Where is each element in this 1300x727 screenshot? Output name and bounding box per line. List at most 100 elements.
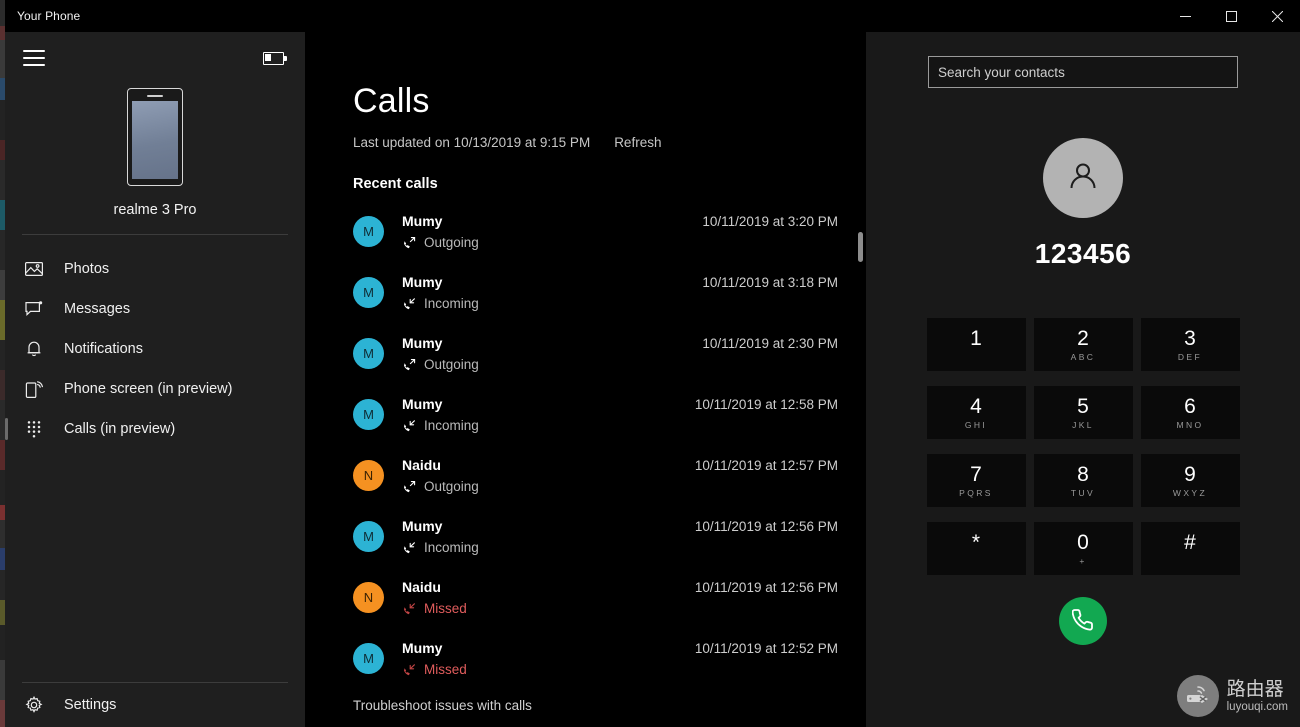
key-letters: TUV [1070,487,1096,498]
close-button[interactable] [1254,0,1300,32]
dialpad-key-star[interactable]: * [926,522,1026,575]
table-row[interactable]: M Mumy Incoming 10/11/2019 at 1 [305,387,866,448]
avatar: M [353,338,384,369]
page-title: Calls [353,82,430,120]
call-type-label: Incoming [424,540,479,555]
key-digit: 3 [1184,326,1196,350]
watermark-logo-icon [1176,675,1219,717]
window-controls [1162,0,1300,32]
dial-panel: 123456 1 2 ABC 3 DEF 4 GHI 5 JKL [866,32,1300,727]
dialpad-key-0[interactable]: 0 + [1033,522,1133,575]
dialpad-key-3[interactable]: 3 DEF [1140,318,1240,371]
caller-name: Mumy [402,518,443,534]
table-row[interactable]: M Mumy Outgoing 10/11/2019 at 3:20 PM [305,204,866,265]
device-name: realme 3 Pro [113,202,197,218]
key-letters: PQRS [959,487,993,498]
sidebar-item-phone-screen[interactable]: Phone screen (in preview) [5,369,305,409]
avatar: N [353,582,384,613]
table-row[interactable]: N Naidu Outgoing 10/11/2019 at 12:57 PM [305,448,866,509]
call-missed-icon [402,602,416,616]
call-button[interactable] [1059,597,1107,645]
avatar-initial: M [363,529,374,544]
sidebar-item-calls[interactable]: Calls (in preview) [5,409,305,449]
messages-icon [23,298,45,320]
maximize-button[interactable] [1208,0,1254,32]
dialed-number: 123456 [1034,238,1132,269]
call-type-label: Incoming [424,296,479,311]
dialpad-key-5[interactable]: 5 JKL [1033,386,1133,439]
watermark-cn-text: 路由器 [1226,677,1284,700]
call-timestamp: 10/11/2019 at 12:56 PM [694,519,838,534]
call-type-label: Outgoing [424,479,479,494]
key-digit: 6 [1184,394,1196,418]
sidebar-item-notifications[interactable]: Notifications [5,329,305,369]
key-letters: GHI [964,419,988,430]
refresh-link[interactable]: Refresh [614,135,661,150]
dialpad-key-1[interactable]: 1 [926,318,1026,371]
avatar-initial: N [363,590,374,605]
dialpad-key-9[interactable]: 9 WXYZ [1140,454,1240,507]
contact-avatar [1043,138,1123,218]
table-row[interactable]: N Naidu Missed 10/11/2019 at 12:56 PM [305,570,866,631]
battery-icon [263,51,287,65]
key-digit: 5 [1077,394,1089,418]
table-row[interactable]: M Mumy Missed 10/11/2019 at 12:52 PM [305,631,866,692]
avatar: M [353,643,384,674]
avatar-initial: M [363,285,374,300]
sidebar-footer: Settings [5,682,305,727]
phone-device-illustration [127,88,183,186]
call-outgoing-icon [402,480,416,494]
watermark: 路由器 luyouqi.com [1176,675,1288,717]
key-digit: # [1184,530,1196,554]
dialpad-key-8[interactable]: 8 TUV [1033,454,1133,507]
dialpad-key-6[interactable]: 6 MNO [1140,386,1240,439]
call-timestamp: 10/11/2019 at 12:52 PM [694,641,838,656]
settings-label: Settings [64,697,117,713]
dialpad-key-hash[interactable]: # [1140,522,1240,575]
sidebar-item-messages[interactable]: Messages [5,289,305,329]
scrollbar[interactable] [854,32,866,727]
table-row[interactable]: M Mumy Incoming 10/11/2019 at 3:18 PM [305,265,866,326]
sidebar-item-photos[interactable]: Photos [5,249,305,289]
sidebar-nav: Photos Messages Notifications Phone scre… [5,249,305,449]
call-type-label: Missed [424,601,467,616]
avatar: M [353,277,384,308]
title-bar: Your Phone [5,0,1300,32]
call-type-label: Missed [424,662,467,677]
call-timestamp: 10/11/2019 at 12:58 PM [694,397,838,412]
key-digit: 9 [1184,462,1196,486]
hamburger-menu-icon[interactable] [23,50,45,66]
caller-name: Naidu [402,457,441,473]
troubleshoot-link[interactable]: Troubleshoot issues with calls [353,698,532,713]
dialpad-key-7[interactable]: 7 PQRS [926,454,1026,507]
selection-indicator [5,418,8,440]
call-timestamp: 10/11/2019 at 3:18 PM [702,275,838,290]
last-updated-text: Last updated on 10/13/2019 at 9:15 PM [353,135,591,150]
dialpad-key-4[interactable]: 4 GHI [926,386,1026,439]
dialpad: 1 2 ABC 3 DEF 4 GHI 5 JKL 6 MNO 7 PQRS 8… [926,318,1240,575]
caller-name: Mumy [402,213,443,229]
scrollbar-thumb[interactable] [858,232,863,262]
sidebar-item-label: Messages [64,301,131,317]
sidebar: realme 3 Pro Photos Messages Notificatio… [5,32,305,727]
sidebar-item-label: Calls (in preview) [64,421,176,437]
window-title: Your Phone [17,9,81,23]
key-letters: DEF [1177,351,1203,362]
avatar-initial: M [363,346,374,361]
call-timestamp: 10/11/2019 at 12:57 PM [694,458,838,473]
search-input[interactable] [928,56,1238,88]
table-row[interactable]: M Mumy Incoming 10/11/2019 at 1 [305,509,866,570]
sidebar-item-settings[interactable]: Settings [5,683,305,727]
call-missed-icon [402,663,416,677]
calls-main-panel: Calls Last updated on 10/13/2019 at 9:15… [305,32,866,727]
dialpad-key-2[interactable]: 2 ABC [1033,318,1133,371]
notifications-icon [23,338,45,360]
phone-screen-icon [23,378,45,400]
avatar-initial: M [363,224,374,239]
call-incoming-icon [402,419,416,433]
sidebar-item-label: Photos [64,261,110,277]
key-letters: MNO [1176,419,1204,430]
table-row[interactable]: M Mumy Outgoing 10/11/2019 at 2:30 PM [305,326,866,387]
minimize-button[interactable] [1162,0,1208,32]
recent-calls-list: M Mumy Outgoing 10/11/2019 at 3:20 PM M … [305,204,866,692]
